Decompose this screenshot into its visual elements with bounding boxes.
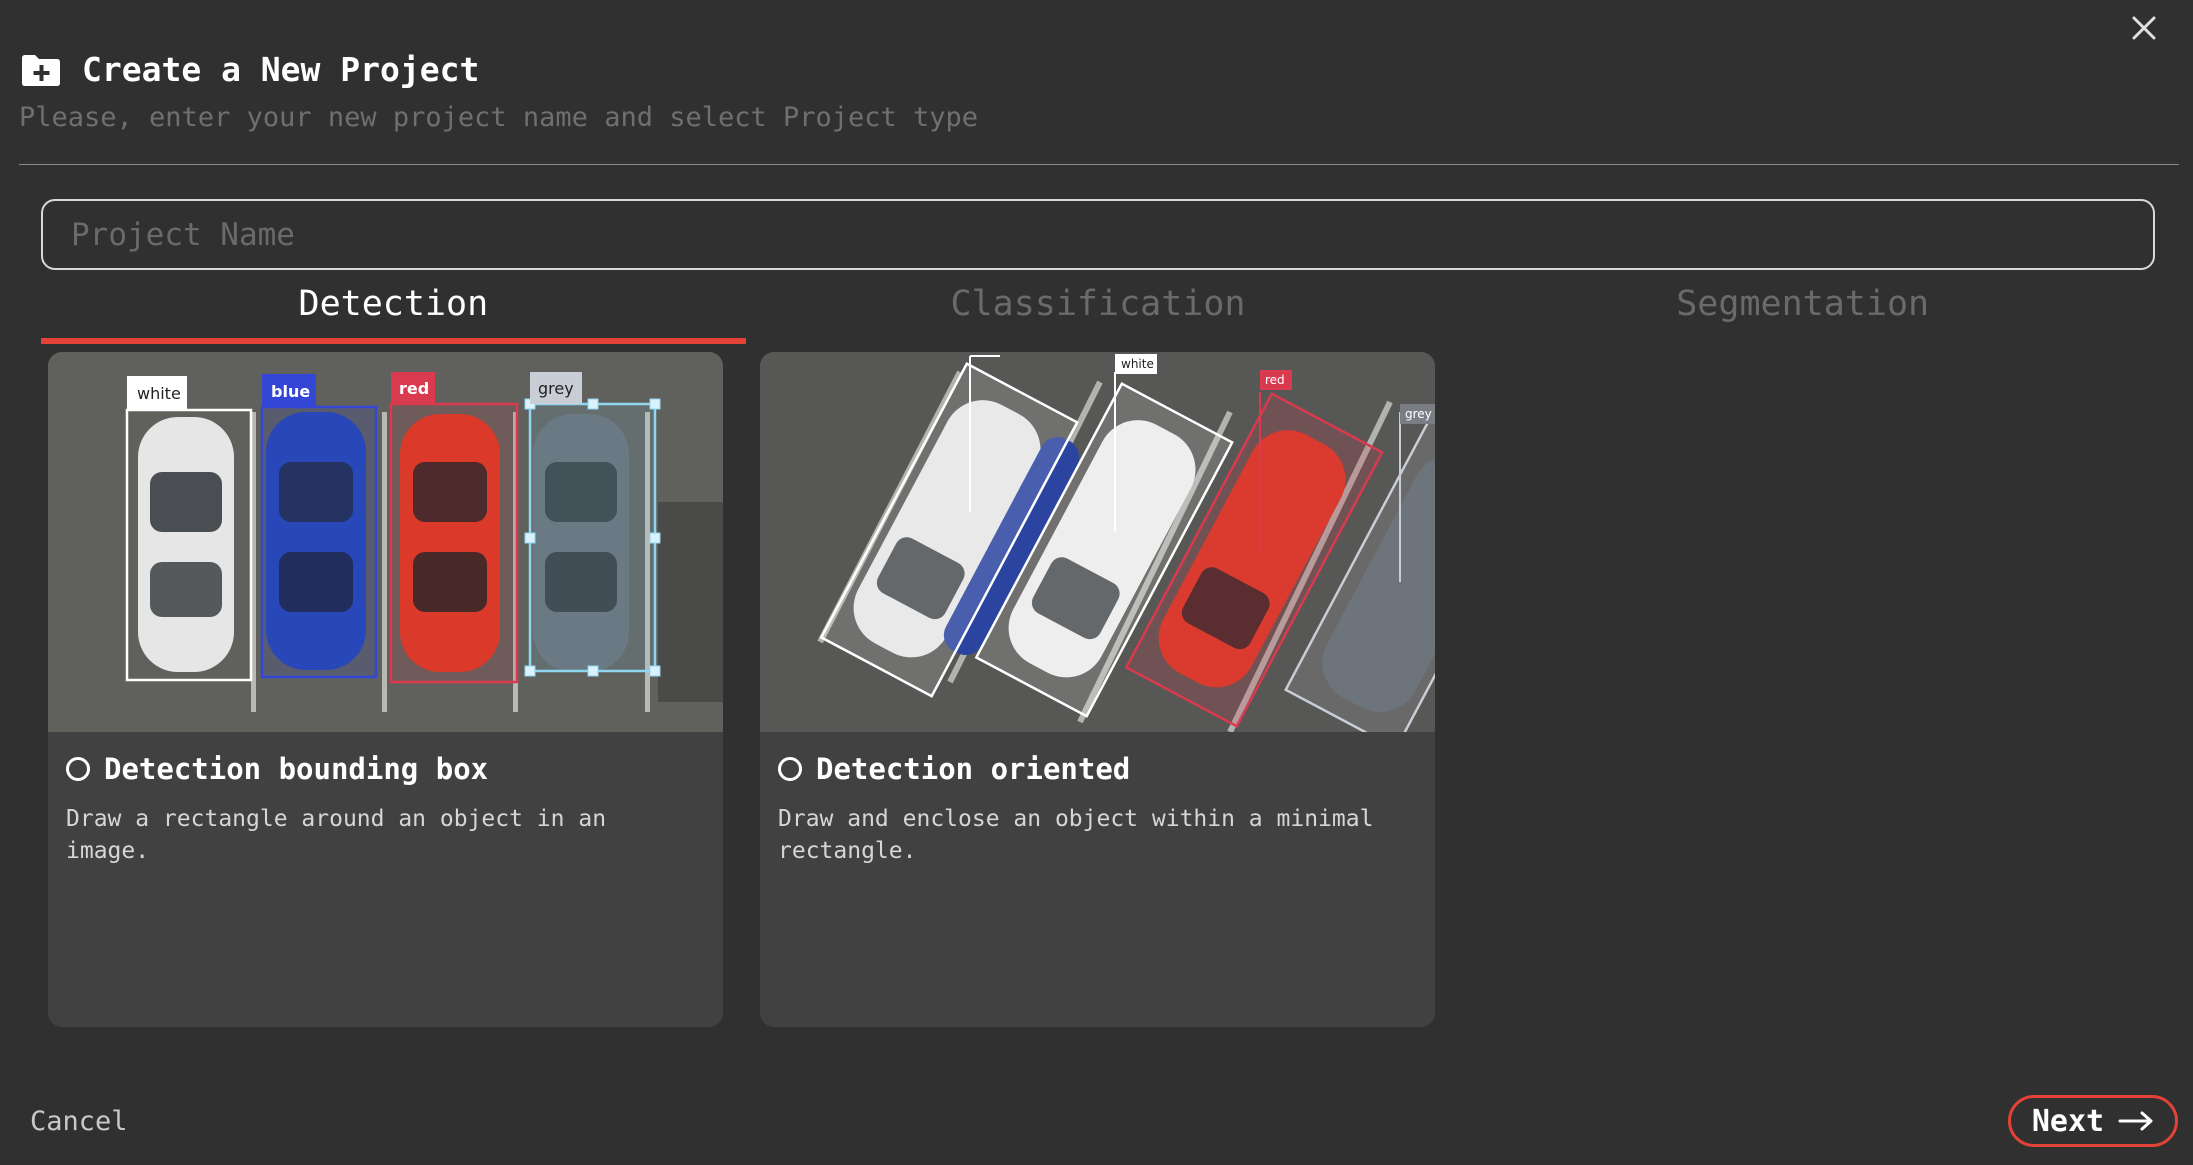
create-project-dialog: Create a New Project Please, enter your … (0, 0, 2193, 1165)
card-title: Detection oriented (816, 752, 1131, 786)
dialog-header: Create a New Project (20, 50, 479, 89)
next-button[interactable]: Next (2008, 1095, 2178, 1147)
card-title-row: Detection oriented (778, 752, 1130, 786)
folder-plus-icon (20, 53, 62, 87)
next-button-label: Next (2031, 1103, 2105, 1139)
card-title-row: Detection bounding box (66, 752, 488, 786)
tab-segmentation[interactable]: Segmentation (1450, 278, 2155, 344)
image-label-white: white (137, 384, 181, 403)
bounding-box-example-image: white blue red grey (48, 352, 723, 732)
project-type-tabs: Detection Classification Segmentation (41, 278, 2155, 344)
card-description: Draw and enclose an object within a mini… (778, 806, 1374, 864)
close-button[interactable] (2124, 8, 2164, 48)
image-label-red: red (399, 379, 429, 398)
oriented-box-example-image: white red grey (760, 352, 1435, 732)
project-name-input[interactable] (41, 199, 2155, 270)
card-description: Draw a rectangle around an object in an … (66, 806, 607, 864)
card-detection-bounding-box[interactable]: white blue red grey Detection bounding b… (48, 352, 723, 1027)
dialog-subtitle: Please, enter your new project name and … (19, 102, 979, 133)
card-detection-oriented[interactable]: white red grey Detection oriented Draw a… (760, 352, 1435, 1027)
close-icon (2132, 16, 2156, 40)
image-label-blue: blue (271, 382, 310, 401)
card-radio[interactable] (66, 757, 90, 781)
tab-classification[interactable]: Classification (746, 278, 1451, 344)
arrow-right-icon (2118, 1111, 2153, 1131)
card-radio[interactable] (778, 757, 802, 781)
image-label-white: white (1121, 357, 1154, 371)
header-divider (19, 164, 2179, 165)
dialog-title: Create a New Project (82, 50, 480, 89)
image-label-red: red (1265, 373, 1285, 387)
image-label-grey: grey (538, 379, 574, 398)
tab-detection[interactable]: Detection (41, 278, 746, 344)
image-label-grey: grey (1405, 407, 1432, 421)
card-title: Detection bounding box (104, 752, 489, 786)
cancel-button[interactable]: Cancel (30, 1106, 128, 1137)
